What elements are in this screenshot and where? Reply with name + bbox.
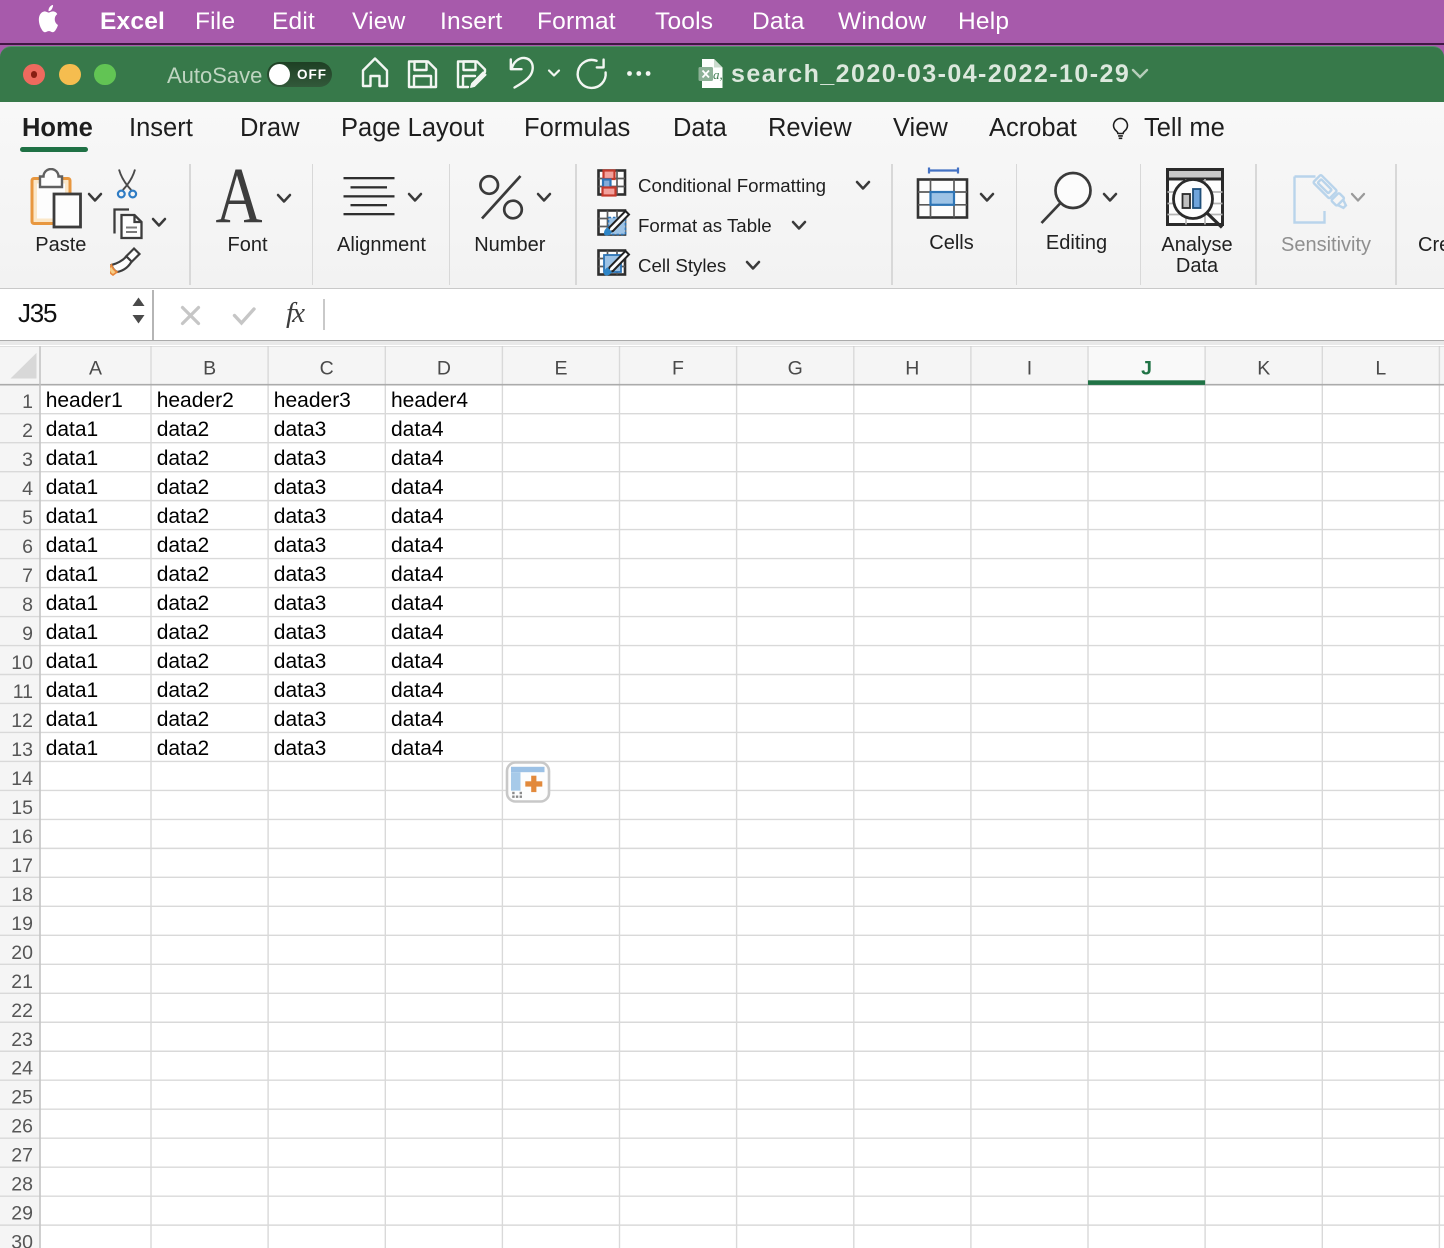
svg-text:data2: data2 (157, 418, 210, 441)
svg-text:12: 12 (11, 710, 33, 732)
svg-text:30: 30 (11, 1231, 33, 1248)
svg-text:19: 19 (11, 912, 33, 934)
svg-text:data2: data2 (157, 504, 210, 527)
svg-text:data2: data2 (157, 591, 210, 614)
svg-text:data1: data1 (46, 620, 99, 643)
svg-text:data2: data2 (157, 678, 210, 701)
svg-text:data1: data1 (46, 707, 99, 730)
svg-text:B: B (203, 357, 216, 379)
svg-text:data4: data4 (391, 447, 444, 470)
svg-text:K: K (1257, 357, 1270, 379)
svg-text:28: 28 (11, 1173, 33, 1195)
svg-text:data3: data3 (274, 620, 327, 643)
svg-text:14: 14 (11, 767, 33, 789)
svg-text:data1: data1 (46, 678, 99, 701)
svg-text:3: 3 (22, 449, 33, 471)
svg-text:data3: data3 (274, 736, 327, 759)
svg-text:data2: data2 (157, 447, 210, 470)
svg-text:data4: data4 (391, 649, 444, 672)
svg-text:26: 26 (11, 1115, 33, 1137)
svg-text:data1: data1 (46, 649, 99, 672)
svg-text:data4: data4 (391, 418, 444, 441)
svg-text:23: 23 (11, 1028, 33, 1050)
svg-text:data3: data3 (274, 678, 327, 701)
svg-text:data3: data3 (274, 475, 327, 498)
svg-text:25: 25 (11, 1086, 33, 1108)
svg-text:16: 16 (11, 825, 33, 847)
svg-text:data3: data3 (274, 533, 327, 556)
svg-text:13: 13 (11, 739, 33, 761)
svg-text:C: C (320, 357, 334, 379)
svg-text:data2: data2 (157, 707, 210, 730)
svg-text:data1: data1 (46, 533, 99, 556)
svg-text:15: 15 (11, 796, 33, 818)
svg-text:24: 24 (11, 1057, 33, 1079)
svg-text:data4: data4 (391, 736, 444, 759)
svg-text:data2: data2 (157, 649, 210, 672)
svg-text:18: 18 (11, 883, 33, 905)
svg-text:F: F (672, 357, 684, 379)
svg-text:G: G (788, 357, 803, 379)
svg-text:10: 10 (11, 652, 33, 674)
svg-text:data1: data1 (46, 736, 99, 759)
svg-text:6: 6 (22, 536, 33, 558)
svg-text:A: A (89, 357, 102, 379)
svg-text:I: I (1027, 357, 1032, 379)
svg-text:header1: header1 (46, 389, 123, 412)
svg-text:data3: data3 (274, 562, 327, 585)
svg-text:2: 2 (22, 420, 33, 442)
svg-text:header3: header3 (274, 389, 351, 412)
svg-text:data1: data1 (46, 447, 99, 470)
svg-text:data1: data1 (46, 475, 99, 498)
svg-text:8: 8 (22, 594, 33, 616)
svg-text:H: H (905, 357, 919, 379)
svg-text:27: 27 (11, 1144, 33, 1166)
svg-text:data2: data2 (157, 620, 210, 643)
svg-text:E: E (554, 357, 567, 379)
svg-text:J: J (1141, 357, 1152, 379)
svg-text:data1: data1 (46, 591, 99, 614)
svg-text:4: 4 (22, 478, 33, 500)
svg-text:29: 29 (11, 1202, 33, 1224)
svg-text:D: D (437, 357, 451, 379)
svg-text:data1: data1 (46, 504, 99, 527)
svg-text:A: A (216, 168, 263, 226)
svg-text:header4: header4 (391, 389, 468, 412)
svg-text:7: 7 (22, 565, 33, 587)
svg-text:data1: data1 (46, 562, 99, 585)
svg-text:data3: data3 (274, 649, 327, 672)
svg-text:5: 5 (22, 507, 33, 529)
svg-text:21: 21 (11, 970, 33, 992)
svg-text:22: 22 (11, 999, 33, 1021)
svg-text:data4: data4 (391, 562, 444, 585)
svg-text:data4: data4 (391, 475, 444, 498)
svg-text:data2: data2 (157, 475, 210, 498)
svg-text:17: 17 (11, 854, 33, 876)
svg-text:header2: header2 (157, 389, 234, 412)
svg-text:11: 11 (13, 681, 33, 703)
svg-text:data3: data3 (274, 447, 327, 470)
svg-text:data3: data3 (274, 591, 327, 614)
svg-text:20: 20 (11, 941, 33, 963)
svg-text:data3: data3 (274, 504, 327, 527)
svg-text:data4: data4 (391, 620, 444, 643)
svg-text:data4: data4 (391, 707, 444, 730)
svg-text:data4: data4 (391, 533, 444, 556)
svg-text:data2: data2 (157, 736, 210, 759)
svg-text:data4: data4 (391, 591, 444, 614)
svg-text:L: L (1375, 357, 1386, 379)
svg-text:data3: data3 (274, 707, 327, 730)
svg-text:data1: data1 (46, 418, 99, 441)
svg-text:data3: data3 (274, 418, 327, 441)
svg-text:data2: data2 (157, 562, 210, 585)
svg-text:data4: data4 (391, 678, 444, 701)
svg-text:a,: a, (713, 67, 723, 82)
svg-text:9: 9 (22, 623, 33, 645)
svg-text:data4: data4 (391, 504, 444, 527)
svg-text:1: 1 (22, 391, 33, 413)
svg-text:data2: data2 (157, 533, 210, 556)
